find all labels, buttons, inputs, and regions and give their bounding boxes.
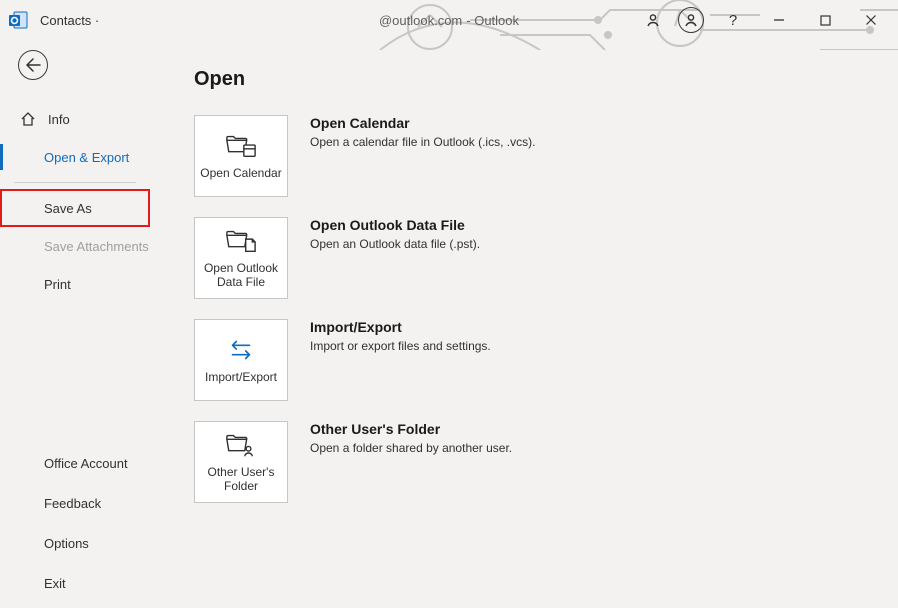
titlebar: Contacts · @outlook.com - Outlook ? — [0, 0, 898, 40]
sidebar-item-label: Feedback — [44, 496, 101, 511]
tile-import-export[interactable]: Import/Export — [194, 319, 288, 401]
account-suffix: @outlook.com — [379, 13, 462, 28]
option-desc: Open an Outlook data file (.pst). — [310, 237, 480, 251]
arrow-left-icon — [25, 58, 41, 72]
titlebar-right: ? — [634, 4, 894, 36]
sidebar-item-label: Open & Export — [44, 150, 129, 165]
sidebar-item-save-attachments: Save Attachments — [0, 227, 150, 265]
tile-open-data-file[interactable]: Open Outlook Data File — [194, 217, 288, 299]
option-title: Import/Export — [310, 319, 491, 335]
sidebar-item-info[interactable]: Info — [0, 100, 150, 138]
option-desc: Open a calendar file in Outlook (.ics, .… — [310, 135, 535, 149]
app-name: - Outlook — [466, 13, 519, 28]
sidebar-item-print[interactable]: Print — [0, 265, 150, 303]
maximize-icon — [820, 15, 831, 26]
window-title: @outlook.com - Outlook — [379, 13, 519, 28]
tile-other-users-folder[interactable]: Other User's Folder — [194, 421, 288, 503]
tile-label: Open Outlook Data File — [199, 261, 283, 290]
area-label: Contacts · — [40, 13, 99, 28]
sidebar-item-label: Info — [48, 112, 70, 127]
sidebar-item-label: Office Account — [44, 456, 128, 471]
option-row-other-users-folder: Other User's Folder Other User's Folder … — [194, 421, 874, 503]
sidebar-item-label: Print — [44, 277, 71, 292]
sidebar-item-exit[interactable]: Exit — [0, 563, 150, 603]
help-button[interactable]: ? — [710, 4, 756, 36]
data-file-folder-icon — [225, 227, 257, 255]
tile-label: Other User's Folder — [199, 465, 283, 494]
sidebar-item-label: Save Attachments — [44, 239, 149, 254]
maximize-button[interactable] — [802, 4, 848, 36]
tile-open-calendar[interactable]: Open Calendar — [194, 115, 288, 197]
option-row-open-calendar: Open Calendar Open Calendar Open a calen… — [194, 115, 874, 197]
account-1-button[interactable] — [634, 4, 672, 36]
help-icon: ? — [729, 12, 737, 29]
sidebar-item-feedback[interactable]: Feedback — [0, 483, 150, 523]
shared-folder-icon — [225, 431, 257, 459]
sidebar-item-label: Exit — [44, 576, 66, 591]
sidebar-item-save-as[interactable]: Save As — [0, 189, 150, 227]
sidebar-separator — [14, 182, 136, 183]
sidebar-item-label: Options — [44, 536, 89, 551]
option-desc: Open a folder shared by another user. — [310, 441, 512, 455]
option-title: Open Calendar — [310, 115, 535, 131]
tile-label: Open Calendar — [200, 166, 281, 180]
page-title: Open — [194, 68, 874, 91]
sidebar-item-label: Save As — [44, 201, 92, 216]
minimize-icon — [773, 14, 785, 26]
close-icon — [865, 14, 877, 26]
option-title: Open Outlook Data File — [310, 217, 480, 233]
option-row-open-data-file: Open Outlook Data File Open Outlook Data… — [194, 217, 874, 299]
option-desc: Import or export files and settings. — [310, 339, 491, 353]
minimize-button[interactable] — [756, 4, 802, 36]
tile-label: Import/Export — [205, 370, 277, 384]
person-icon — [640, 7, 666, 33]
back-button[interactable] — [18, 50, 48, 80]
person-icon — [678, 7, 704, 33]
option-title: Other User's Folder — [310, 421, 512, 437]
sidebar-item-office-account[interactable]: Office Account — [0, 443, 150, 483]
home-icon — [18, 109, 38, 129]
sidebar-footer: Office Account Feedback Options Exit — [0, 443, 150, 603]
calendar-folder-icon — [225, 132, 257, 160]
outlook-app-icon — [8, 9, 30, 31]
sidebar-item-open-export[interactable]: Open & Export — [0, 138, 150, 176]
account-2-button[interactable] — [672, 4, 710, 36]
close-button[interactable] — [848, 4, 894, 36]
sidebar-item-options[interactable]: Options — [0, 523, 150, 563]
backstage-sidebar: Info Open & Export Save As Save Attachme… — [0, 40, 150, 608]
content-pane: Open Open Calendar Open Calendar Open a … — [150, 40, 898, 608]
import-export-icon — [225, 336, 257, 364]
option-row-import-export: Import/Export Import/Export Import or ex… — [194, 319, 874, 401]
